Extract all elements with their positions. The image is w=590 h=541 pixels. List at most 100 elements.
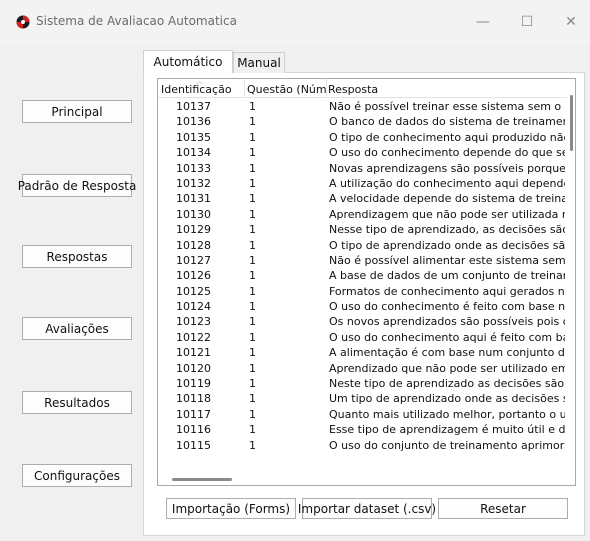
app-logo-icon (16, 15, 30, 29)
column-divider[interactable] (326, 79, 327, 98)
cell-identificacao: 10123 (176, 315, 211, 329)
table-row[interactable]: 10128 1 O tipo de aprendizado onde as deci… (158, 238, 568, 253)
table-row[interactable]: 10115 1 O uso do conjunto de treinamento a… (158, 438, 568, 453)
cell-questao: 1 (249, 130, 256, 144)
cell-identificacao: 10135 (176, 130, 211, 144)
cell-questao: 1 (249, 346, 256, 360)
table-row[interactable]: 10135 1 O tipo de conhecimento aqui produz… (158, 130, 568, 145)
table-row[interactable]: 10133 1 Novas aprendizagens são possíveis … (158, 161, 568, 176)
cell-identificacao: 10134 (176, 146, 211, 160)
cell-identificacao: 10126 (176, 269, 211, 283)
minimize-button[interactable]: — (461, 8, 505, 36)
cell-resposta: O uso do conhecimento é feito com base n… (329, 300, 565, 314)
cell-identificacao: 10119 (176, 377, 211, 391)
cell-questao: 1 (249, 284, 256, 298)
table-row[interactable]: 10131 1 A velocidade depende do sistema de… (158, 191, 568, 206)
principal-button[interactable]: Principal (22, 100, 132, 123)
table-row[interactable]: 10137 1 Não é possível treinar esse sistem… (158, 99, 568, 114)
table-row[interactable]: 10124 1 O uso do conhecimento é feito com … (158, 299, 568, 314)
cell-questao: 1 (249, 238, 256, 252)
app-window: Sistema de Avaliacao Automatica — ☐ ✕ Pr… (0, 0, 590, 541)
cell-identificacao: 10115 (176, 438, 211, 452)
cell-questao: 1 (249, 115, 256, 129)
table-row[interactable]: 10127 1 Não é possível alimentar este sist… (158, 253, 568, 268)
cell-questao: 1 (249, 207, 256, 221)
column-header-questao[interactable]: Questão (Núme (247, 83, 327, 96)
cell-identificacao: 10116 (176, 423, 211, 437)
cell-questao: 1 (249, 300, 256, 314)
table-row[interactable]: 10136 1 O banco de dados do sistema de tre… (158, 114, 568, 129)
table-row[interactable]: 10118 1 Um tipo de aprendizado onde as dec… (158, 391, 568, 406)
padrao-de-resposta-button[interactable]: Padrão de Resposta (18, 174, 136, 197)
cell-questao: 1 (249, 361, 256, 375)
cell-resposta: Neste tipo de aprendizado as decisões sã… (329, 377, 565, 391)
cell-resposta: O uso do conhecimento depende do que se … (329, 146, 565, 160)
responses-table[interactable]: ︿ Identificação Questão (Núme Resposta 1… (157, 78, 576, 486)
vertical-scrollbar[interactable] (567, 79, 575, 471)
cell-resposta: A velocidade depende do sistema de trein… (329, 192, 565, 206)
cell-identificacao: 10136 (176, 115, 211, 129)
cell-resposta: Novas aprendizagens são possíveis porque… (329, 161, 565, 175)
window-title: Sistema de Avaliacao Automatica (36, 14, 237, 28)
table-row[interactable]: 10117 1 Quanto mais utilizado melhor, port… (158, 407, 568, 422)
maximize-button[interactable]: ☐ (505, 8, 549, 36)
cell-identificacao: 10128 (176, 238, 211, 252)
import-csv-button[interactable]: Importar dataset (.csv) (298, 498, 436, 519)
cell-resposta: Não é possível treinar esse sistema sem … (329, 100, 565, 113)
cell-identificacao: 10137 (176, 100, 211, 113)
cell-questao: 1 (249, 423, 256, 437)
import-forms-button[interactable]: Importação (Forms) (166, 498, 296, 519)
cell-questao: 1 (249, 176, 256, 190)
cell-identificacao: 10122 (176, 330, 211, 344)
title-bar[interactable]: Sistema de Avaliacao Automatica — ☐ ✕ (0, 0, 590, 44)
cell-resposta: Quanto mais utilizado melhor, portanto o… (329, 407, 565, 421)
table-row[interactable]: 10129 1 Nesse tipo de aprendizado, as deci… (158, 222, 568, 237)
cell-questao: 1 (249, 161, 256, 175)
cell-questao: 1 (249, 315, 256, 329)
cell-identificacao: 10120 (176, 361, 211, 375)
cell-identificacao: 10124 (176, 300, 211, 314)
table-row[interactable]: 10122 1 O uso do conhecimento aqui é feito… (158, 330, 568, 345)
cell-identificacao: 10125 (176, 284, 211, 298)
cell-identificacao: 10132 (176, 176, 211, 190)
cell-resposta: Os novos aprendizados são possíveis pois… (329, 315, 565, 329)
cell-identificacao: 10133 (176, 161, 211, 175)
table-row[interactable]: 10134 1 O uso do conhecimento depende do q… (158, 145, 568, 160)
column-header-identificacao[interactable]: Identificação (161, 83, 241, 96)
table-row[interactable]: 10132 1 A utilização do conhecimento aqui … (158, 176, 568, 191)
table-row[interactable]: 10120 1 Aprendizado que não pode ser utili… (158, 361, 568, 376)
horizontal-scroll-thumb[interactable] (172, 478, 232, 481)
cell-questao: 1 (249, 269, 256, 283)
cell-questao: 1 (249, 330, 256, 344)
table-row[interactable]: 10121 1 A alimentação é com base num conju… (158, 345, 568, 360)
avaliacoes-button[interactable]: Avaliações (22, 317, 132, 340)
table-row[interactable]: 10125 1 Formatos de conhecimento aqui gera… (158, 284, 568, 299)
table-row[interactable]: 10126 1 A base de dados de um conjunto de … (158, 268, 568, 283)
cell-resposta: O uso do conhecimento aqui é feito com b… (329, 330, 565, 344)
table-row[interactable]: 10123 1 Os novos aprendizados são possívei… (158, 314, 568, 329)
cell-identificacao: 10127 (176, 253, 211, 267)
cell-resposta: Aprendizagem que não pode ser utilizada … (329, 207, 565, 221)
configuracoes-button[interactable]: Configurações (22, 464, 132, 487)
tab-automatico[interactable]: Automático (143, 50, 233, 73)
table-row[interactable]: 10130 1 Aprendizagem que não pode ser util… (158, 207, 568, 222)
close-button[interactable]: ✕ (549, 8, 590, 36)
vertical-scroll-thumb[interactable] (570, 95, 573, 151)
table-row[interactable]: 10116 1 Esse tipo de aprendizagem é muito … (158, 422, 568, 437)
cell-resposta: Não é possível alimentar este sistema se… (329, 253, 565, 267)
cell-resposta: O tipo de conhecimento aqui produzido nã… (329, 130, 565, 144)
respostas-button[interactable]: Respostas (22, 245, 132, 268)
column-header-resposta[interactable]: Resposta (328, 83, 566, 96)
cell-resposta: O banco de dados do sistema de treinamen… (329, 115, 565, 129)
column-divider[interactable] (244, 79, 245, 98)
table-row[interactable]: 10119 1 Neste tipo de aprendizado as decis… (158, 376, 568, 391)
reset-button[interactable]: Resetar (438, 498, 568, 519)
cell-identificacao: 10130 (176, 207, 211, 221)
resultados-button[interactable]: Resultados (22, 391, 132, 414)
cell-resposta: A utilização do conhecimento aqui depend… (329, 176, 565, 190)
cell-resposta: A base de dados de um conjunto de treina… (329, 269, 565, 283)
tab-manual[interactable]: Manual (233, 52, 285, 73)
cell-questao: 1 (249, 192, 256, 206)
cell-resposta: Nesse tipo de aprendizado, as decisões s… (329, 223, 565, 237)
horizontal-scrollbar[interactable] (158, 473, 575, 485)
